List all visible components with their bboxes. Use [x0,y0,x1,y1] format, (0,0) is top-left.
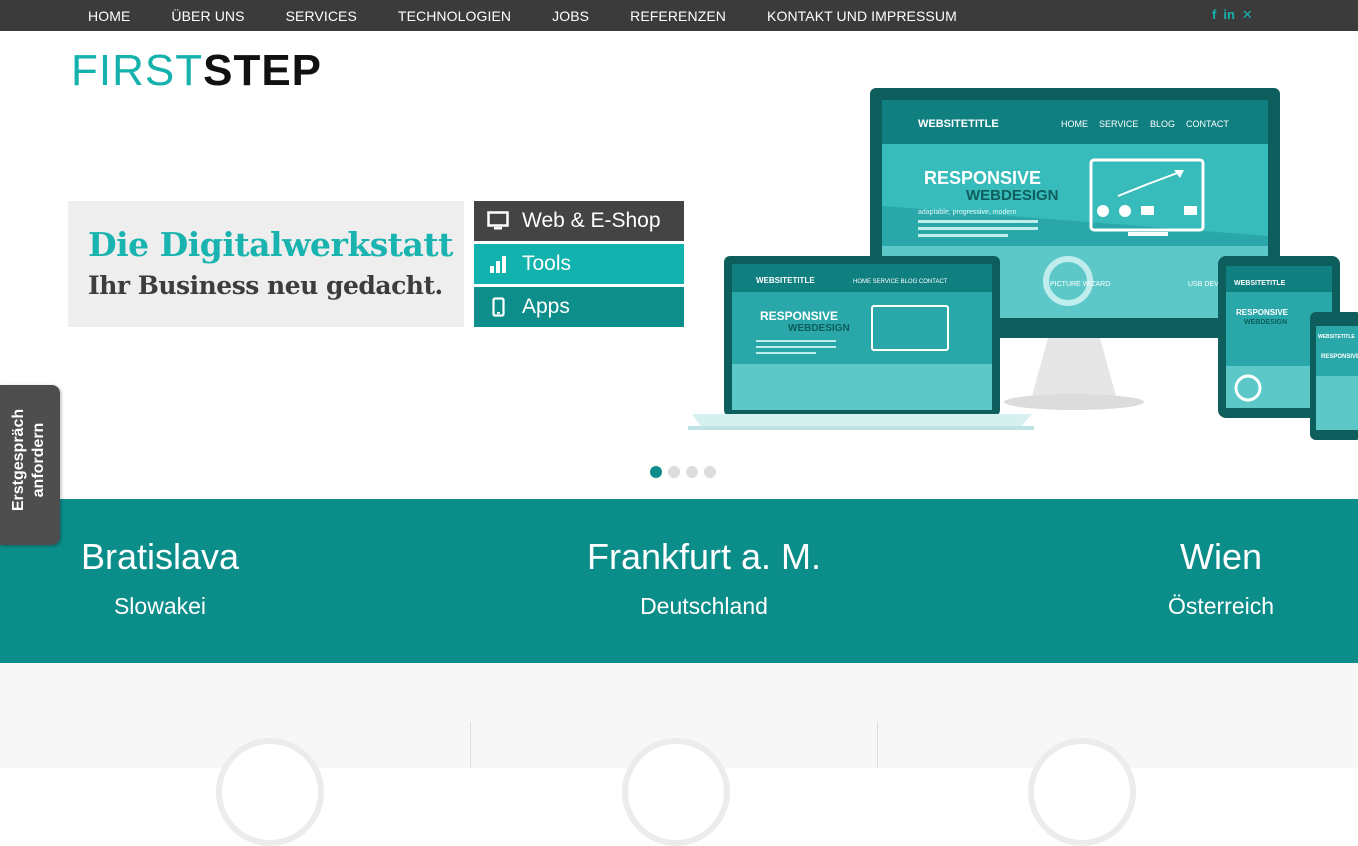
location-wien: Wien Österreich [1140,535,1302,621]
svg-text:RESPONSIVE: RESPONSIVE [760,309,838,323]
location-city: Frankfurt a. M. [586,536,822,577]
service-apps-label: Apps [522,295,570,318]
nav-services[interactable]: SERVICES [286,0,357,31]
service-tools-label: Tools [522,252,572,275]
linkedin-icon[interactable]: in [1223,7,1235,23]
service-web-eshop-button[interactable]: Web & E-Shop [474,201,684,241]
location-bratislava: Bratislava Slowakei [70,535,250,621]
monitor-menu-blog: BLOG [1150,119,1175,129]
nav-ueber-uns[interactable]: ÜBER UNS [171,0,244,31]
nav-home[interactable]: HOME [88,0,130,31]
top-navigation: HOME ÜBER UNS SERVICES TECHNOLOGIEN JOBS… [0,0,1358,31]
monitor-site-title: WEBSITETITLE [918,118,999,130]
location-country: Slowakei [113,593,207,619]
carousel-dot-2[interactable] [668,466,680,478]
svg-text:RESPONSIVE: RESPONSIVE [1321,354,1358,360]
service-tools-button[interactable]: Tools [474,244,684,284]
svg-text:WEBSITETITLE: WEBSITETITLE [1234,280,1286,287]
smartphone: WEBSITETITLE RESPONSIVE [1310,312,1358,440]
logo-part-first: FIRST [71,46,204,95]
logo-part-step: STEP [203,46,323,95]
main-menu: HOME ÜBER UNS SERVICES TECHNOLOGIEN JOBS… [88,0,998,31]
monitor-menu-contact: CONTACT [1186,119,1229,129]
request-consultation-tab[interactable]: Erstgespräch anfordern [0,385,60,545]
hero-headline-box: Die Digitalwerkstatt Ihr Business neu ge… [68,201,464,327]
monitor-feature-picture-wizard: PICTURE WIZARD [1050,281,1110,288]
svg-text:WEBSITETITLE: WEBSITETITLE [1318,334,1355,340]
location-city: Bratislava [80,536,240,577]
feature-circle-icon [1028,738,1136,846]
monitor-menu-home: HOME [1061,119,1088,129]
carousel-indicators [650,466,716,478]
request-consultation-label: Erstgespräch anfordern [9,385,49,535]
svg-text:RESPONSIVE: RESPONSIVE [1236,308,1289,317]
hero-subline: Ihr Business neu gedacht. [88,271,443,300]
nav-kontakt-impressum[interactable]: KONTAKT UND IMPRESSUM [767,0,957,31]
smartphone-icon [474,297,522,317]
request-consultation-line2: anfordern [30,422,47,498]
location-country: Österreich [1167,593,1275,619]
monitor-banner-webdesign: WEBDESIGN [966,187,1059,204]
carousel-dot-4[interactable] [704,466,716,478]
responsive-devices-illustration: WEBSITETITLE HOME SERVICE BLOG CONTACT R… [688,88,1358,440]
nav-technologien[interactable]: TECHNOLOGIEN [398,0,511,31]
column-divider [470,722,471,768]
location-country: Deutschland [640,593,768,619]
monitor-tagline: adaptable, progressive, modern [918,209,1017,216]
service-apps-button[interactable]: Apps [474,287,684,327]
hero-headline: Die Digitalwerkstatt [88,225,453,264]
monitor-menu-service: SERVICE [1099,119,1138,129]
locations-band: Bratislava Slowakei Frankfurt a. M. Deut… [0,499,1358,663]
svg-text:WEBDESIGN: WEBDESIGN [788,323,850,334]
xing-icon[interactable]: ✕ [1242,7,1253,23]
nav-jobs[interactable]: JOBS [552,0,589,31]
feature-circle-icon [216,738,324,846]
carousel-dot-3[interactable] [686,466,698,478]
location-city: Wien [1179,536,1263,577]
service-web-eshop-label: Web & E-Shop [522,209,661,232]
site-logo[interactable]: FIRSTSTEP [71,48,322,94]
column-divider [877,722,878,768]
feature-circle-icon [622,738,730,846]
nav-referenzen[interactable]: REFERENZEN [630,0,726,31]
monitor-banner-responsive: RESPONSIVE [924,168,1041,188]
monitor-icon [474,211,522,231]
facebook-icon[interactable]: f [1212,7,1216,23]
laptop: WEBSITETITLE HOME SERVICE BLOG CONTACT R… [688,256,1034,430]
carousel-dot-1[interactable] [650,466,662,478]
request-consultation-line1: Erstgespräch [10,408,27,512]
svg-text:WEBDESIGN: WEBDESIGN [1244,319,1287,326]
bar-chart-icon [474,255,522,273]
location-frankfurt: Frankfurt a. M. Deutschland [564,535,844,621]
svg-text:WEBSITETITLE: WEBSITETITLE [756,276,815,285]
social-links: f in ✕ [1212,7,1253,23]
svg-text:HOME SERVICE BLOG CONTACT: HOME SERVICE BLOG CONTACT [853,279,948,285]
